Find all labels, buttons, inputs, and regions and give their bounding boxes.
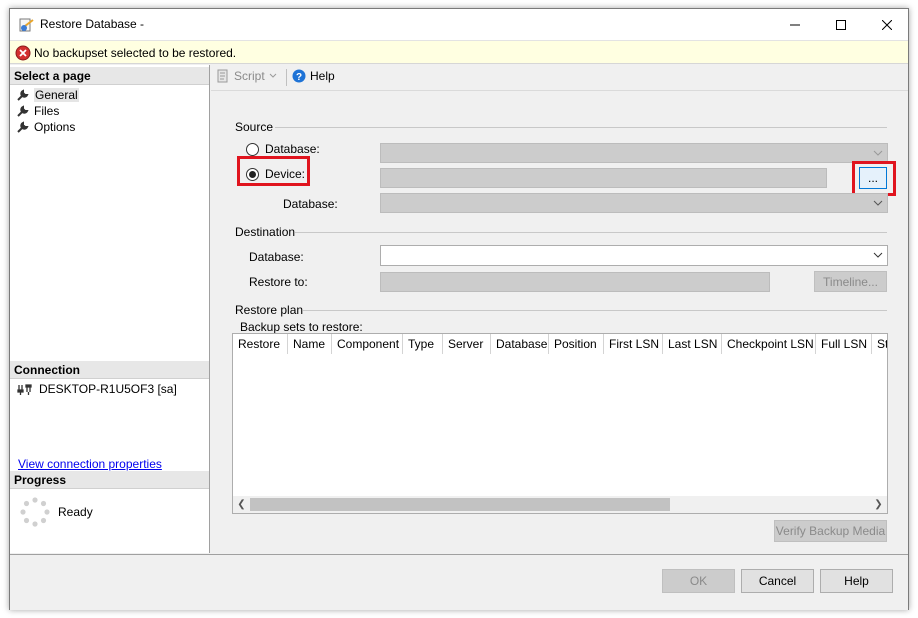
script-icon [217,69,228,83]
error-icon [15,45,31,61]
dialog-button-bar: OK Cancel Help [10,554,908,610]
column-header[interactable]: First LSN [604,334,663,354]
restore-database-app-icon [19,18,34,32]
help-icon: ? [292,69,306,83]
restore-plan-divider [303,310,887,311]
minimize-icon [790,24,800,25]
destination-divider [295,232,887,233]
column-header[interactable]: Full LSN [816,334,872,354]
scroll-left-icon[interactable]: ❮ [233,498,250,511]
column-header[interactable]: Database [491,334,549,354]
toolbar: Script ? Help [211,65,908,91]
source-divider [275,127,887,128]
connection-info: DESKTOP-R1U5OF3 [sa] [17,382,177,396]
connection-name: DESKTOP-R1U5OF3 [sa] [39,382,177,396]
left-pane: Select a page General Files Options Conn… [10,65,210,553]
progress-spinner-icon [20,497,50,527]
chevron-down-icon [269,73,277,78]
chevron-down-icon [873,150,883,156]
column-header[interactable]: St [872,334,887,354]
source-database-dropdown[interactable] [380,143,888,163]
destination-group-label: Destination [235,225,296,239]
toolbar-separator [286,69,287,86]
backup-sets-label: Backup sets to restore: [240,320,363,334]
svg-text:?: ? [296,72,302,83]
column-header[interactable]: Component [332,334,403,354]
source-database-radio[interactable]: Database: [246,142,320,156]
device-highlight-box [237,156,310,186]
nav-item-label: Options [34,119,76,134]
restore-database-window: Restore Database - No backupset selected… [9,8,909,610]
maximize-icon [836,19,846,30]
close-button[interactable] [864,9,910,40]
column-header[interactable]: Position [549,334,604,354]
error-bar: No backupset selected to be restored. [10,40,908,64]
script-label: Script [234,69,265,83]
restore-plan-group-label: Restore plan [235,303,304,317]
help-toolbar-button[interactable]: ? Help [292,69,335,83]
destination-database-dropdown[interactable] [380,245,888,266]
wrench-icon [17,104,29,117]
column-header[interactable]: Name [288,334,332,354]
column-header[interactable]: Server [443,334,491,354]
restore-to-field[interactable] [380,272,770,292]
wrench-icon [17,88,29,101]
view-connection-properties-link[interactable]: View connection properties [18,457,162,471]
maximize-button[interactable] [818,9,864,40]
help-label: Help [310,69,335,83]
cancel-button[interactable]: Cancel [741,569,814,593]
column-header[interactable]: Last LSN [663,334,722,354]
horizontal-scrollbar[interactable]: ❮ ❯ [233,496,887,513]
source-database-label: Database: [283,197,338,211]
chevron-down-icon [873,252,883,258]
server-connection-icon [17,384,32,395]
select-page-header: Select a page [10,67,209,85]
nav-item-general[interactable]: General [17,87,79,102]
scroll-thumb[interactable] [250,498,670,511]
connection-header: Connection [10,361,209,379]
error-message: No backupset selected to be restored. [34,46,237,60]
window-title: Restore Database - [40,17,145,31]
destination-database-label: Database: [249,250,304,264]
progress-status: Ready [58,505,93,519]
source-group-label: Source [235,120,274,134]
nav-item-label: Files [34,103,60,118]
timeline-button[interactable]: Timeline... [814,271,887,292]
backup-sets-grid[interactable]: Restore Name Component Type Server Datab… [232,333,888,514]
radio-label: Database: [265,142,320,156]
right-pane: Script ? Help Source Database: Device: .… [211,65,908,553]
scroll-right-icon[interactable]: ❯ [870,498,887,511]
chevron-down-icon [873,200,883,206]
title-bar: Restore Database - [10,9,908,40]
ok-button[interactable]: OK [662,569,735,593]
script-button[interactable]: Script [216,69,277,83]
minimize-button[interactable] [772,9,818,40]
grid-header: Restore Name Component Type Server Datab… [233,334,887,354]
help-button[interactable]: Help [820,569,893,593]
verify-backup-media-button[interactable]: Verify Backup Media [774,520,887,542]
restore-to-label: Restore to: [249,275,308,289]
nav-item-options[interactable]: Options [17,119,75,134]
column-header[interactable]: Checkpoint LSN [722,334,816,354]
column-header[interactable]: Type [403,334,443,354]
source-backup-database-dropdown[interactable] [380,193,888,213]
nav-item-label: General [34,87,79,102]
column-header[interactable]: Restore [233,334,288,354]
progress-header: Progress [10,471,209,489]
wrench-icon [17,120,29,133]
device-path-field[interactable] [380,168,827,188]
close-icon [882,19,892,30]
browse-highlight-box [852,161,896,196]
radio-circle [246,142,259,156]
nav-item-files[interactable]: Files [17,103,59,118]
